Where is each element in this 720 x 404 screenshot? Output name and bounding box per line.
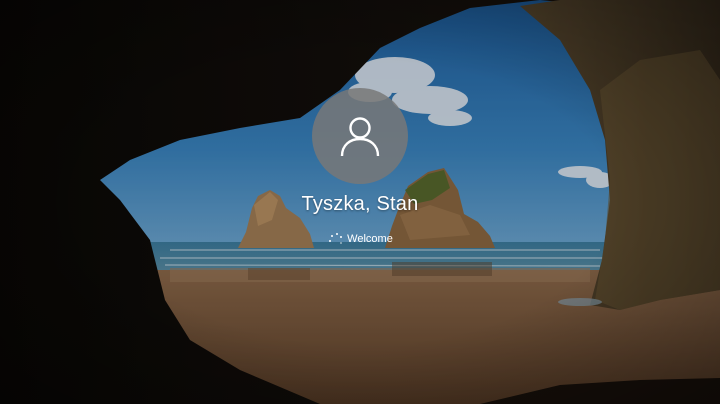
user-name: Tyszka, Stan bbox=[301, 193, 419, 215]
login-screen: Tyszka, Stan Welcome bbox=[0, 0, 720, 404]
status-text: Welcome bbox=[347, 233, 393, 245]
user-avatar bbox=[312, 88, 408, 184]
status-row: Welcome bbox=[0, 231, 720, 247]
loading-spinner-icon bbox=[327, 231, 343, 247]
person-icon bbox=[340, 117, 380, 157]
login-overlay: Tyszka, Stan Welcome bbox=[0, 0, 720, 404]
